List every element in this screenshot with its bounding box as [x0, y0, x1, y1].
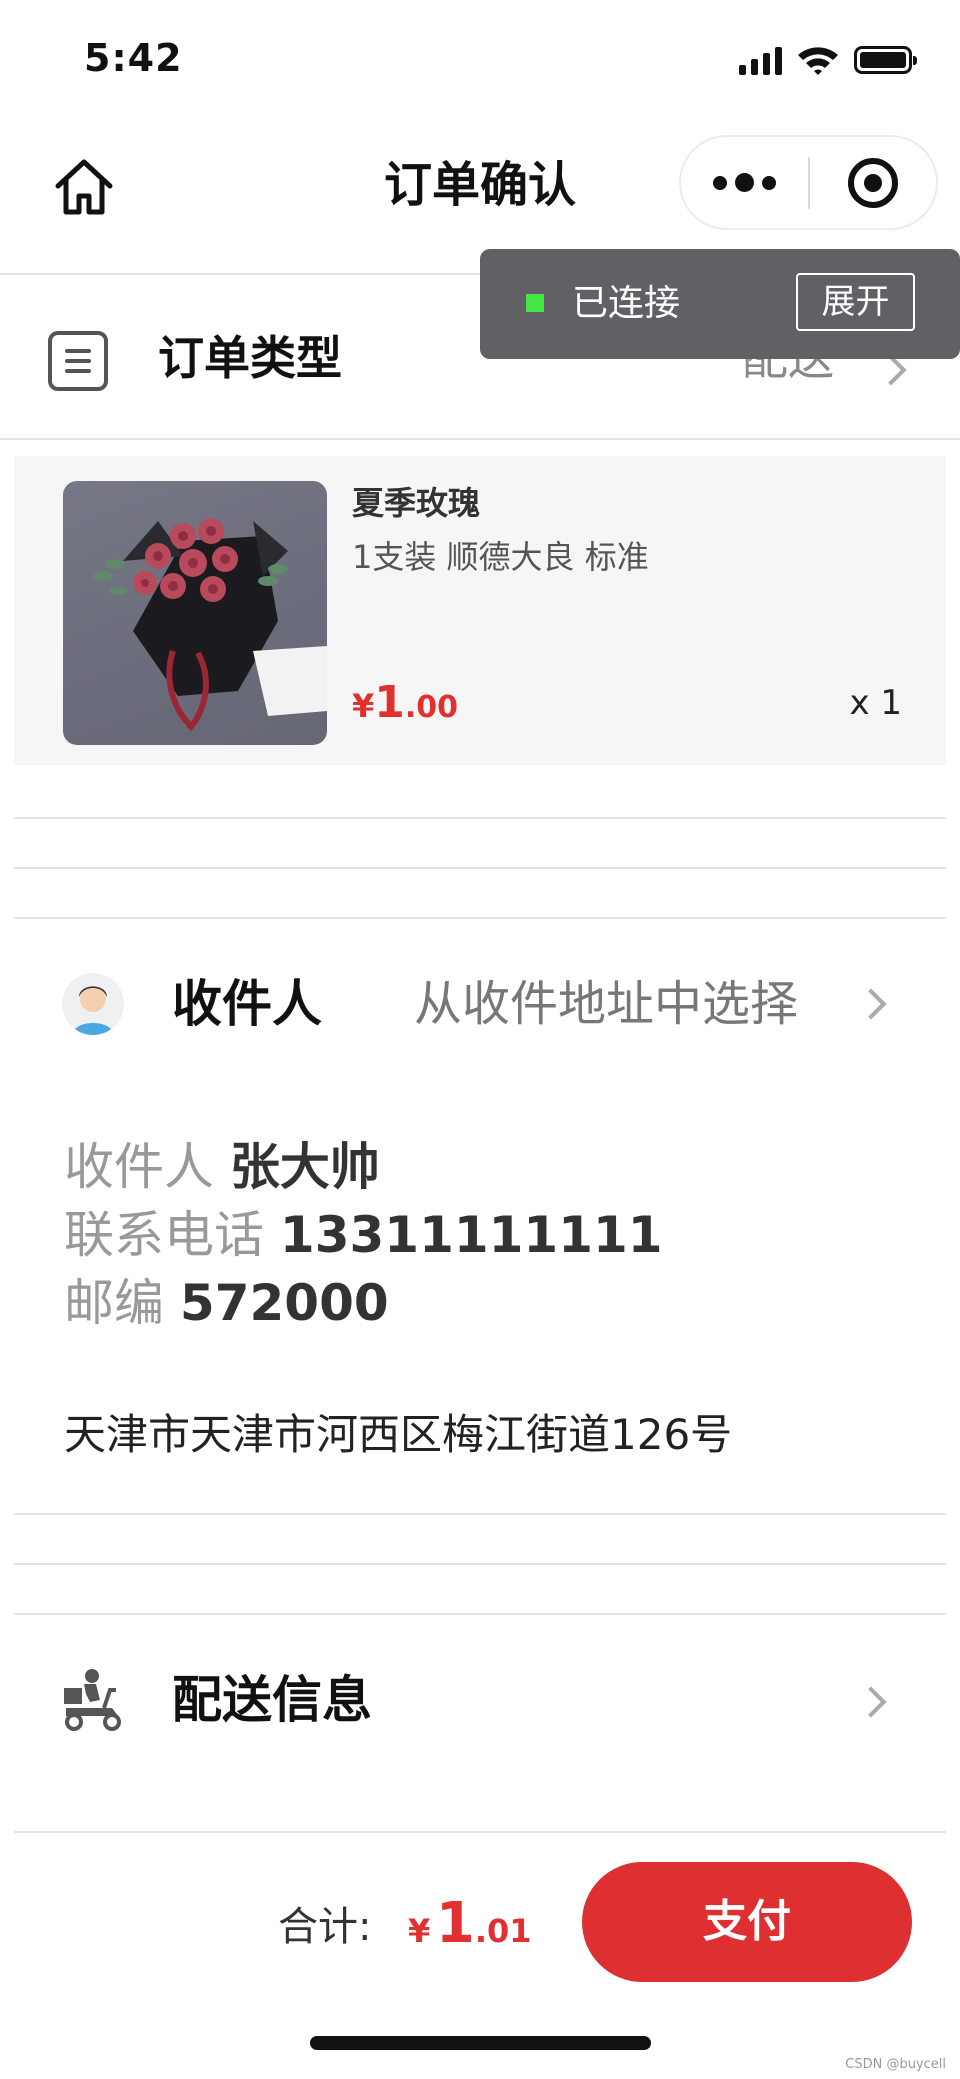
product-quantity: x 1	[849, 683, 902, 723]
home-indicator	[310, 2036, 651, 2050]
delivery-scooter-icon	[64, 1669, 121, 1731]
status-bar: 5:42	[0, 0, 960, 120]
target-icon	[847, 157, 898, 208]
battery-icon	[854, 46, 917, 74]
expand-button[interactable]: 展开	[796, 273, 915, 331]
divider	[14, 1831, 946, 1833]
recipient-row[interactable]: 收件人 从收件地址中选择	[0, 935, 960, 1075]
pay-button[interactable]: 支付	[582, 1862, 912, 1982]
recipient-name: 张大帅	[229, 1138, 380, 1196]
chevron-right-icon	[855, 988, 887, 1020]
product-card[interactable]: 夏季玫瑰 1支装 顺德大良 标准 ¥1.00 x 1	[14, 456, 946, 765]
total-label: 合计:	[278, 1904, 372, 1950]
divider	[14, 817, 946, 819]
wifi-icon	[798, 47, 838, 75]
divider	[14, 867, 946, 869]
recipient-label: 收件人	[172, 975, 322, 1033]
divider	[14, 917, 946, 919]
delivery-info-label: 配送信息	[172, 1671, 372, 1729]
connected-status-icon	[526, 294, 544, 312]
connection-banner: 已连接 展开	[480, 249, 960, 359]
order-type-label: 订单类型	[158, 331, 342, 385]
divider	[14, 1613, 946, 1615]
connection-status-text: 已连接	[572, 283, 681, 324]
recipient-address: 天津市天津市河西区梅江街道126号	[64, 1410, 733, 1459]
recipient-zip: 572000	[179, 1274, 389, 1332]
recipient-phone: 13311111111	[279, 1206, 663, 1264]
product-name: 夏季玫瑰	[352, 484, 481, 522]
more-dots-icon	[712, 175, 727, 190]
recipient-zip-line: 邮编 572000	[64, 1274, 389, 1332]
delivery-info-row[interactable]: 配送信息	[0, 1620, 960, 1790]
select-from-addresses-link[interactable]: 从收件地址中选择	[414, 969, 798, 1039]
product-spec: 1支装 顺德大良 标准	[352, 538, 649, 576]
product-image	[63, 481, 327, 745]
more-button[interactable]	[681, 173, 808, 192]
divider	[14, 1563, 946, 1565]
status-icons	[739, 44, 917, 76]
recipient-phone-line: 联系电话 13311111111	[64, 1206, 663, 1264]
recipient-name-line: 收件人 张大帅	[64, 1138, 380, 1196]
product-price: ¥1.00	[352, 677, 459, 728]
rose-bouquet-image	[93, 518, 327, 731]
mini-program-capsule	[679, 135, 938, 230]
watermark: CSDN @buycell	[845, 2057, 946, 2072]
total-price: ¥ 1.01	[408, 1891, 532, 1956]
order-list-icon	[48, 331, 108, 391]
divider	[0, 438, 960, 440]
divider	[14, 1513, 946, 1515]
chevron-right-icon	[855, 1686, 887, 1718]
close-mini-program-button[interactable]	[810, 157, 937, 208]
signal-icon	[739, 45, 782, 75]
chevron-right-icon	[875, 354, 907, 386]
recipient-avatar-icon	[62, 973, 124, 1035]
status-time: 5:42	[84, 36, 183, 80]
